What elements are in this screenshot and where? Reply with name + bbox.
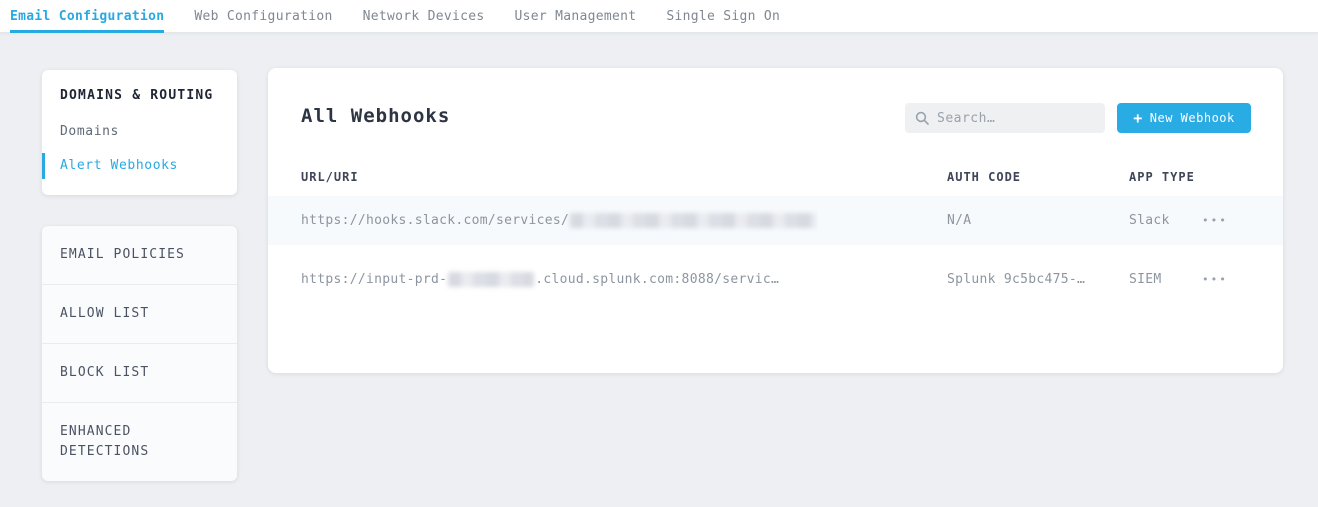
- sidebar-item-domains[interactable]: Domains: [42, 123, 237, 141]
- sidebar-item-block-list[interactable]: BLOCK LIST: [42, 343, 237, 402]
- tab-single-sign-on[interactable]: Single Sign On: [666, 0, 780, 32]
- sidebar-policies-card: EMAIL POLICIES ALLOW LIST BLOCK LIST ENH…: [42, 226, 237, 481]
- column-header-auth-code: AUTH CODE: [947, 170, 1021, 184]
- auth-code-cell: N/A: [947, 196, 971, 245]
- search-input[interactable]: [937, 111, 1095, 126]
- new-webhook-button-label: New Webhook: [1150, 111, 1235, 125]
- table-header-row: URL/URI AUTH CODE APP TYPE: [268, 170, 1283, 196]
- page-title: All Webhooks: [301, 105, 450, 127]
- tab-network-devices[interactable]: Network Devices: [363, 0, 485, 32]
- webhook-url-cell: https://hooks.slack.com/services/: [301, 196, 818, 245]
- table-row[interactable]: https://hooks.slack.com/services/ N/A Sl…: [268, 196, 1283, 245]
- redacted-url-segment: [570, 213, 817, 228]
- webhook-url-suffix: .cloud.splunk.com:8088/servic…: [535, 272, 779, 287]
- webhook-url-text: https://input-prd-: [301, 272, 447, 287]
- sidebar-domains-routing-card: DOMAINS & ROUTING Domains Alert Webhooks: [42, 70, 237, 195]
- redacted-url-segment: [448, 272, 534, 287]
- column-header-url-uri: URL/URI: [301, 170, 359, 184]
- app-type-cell: Slack: [1129, 196, 1170, 245]
- webhooks-panel: All Webhooks + New Webhook URL/URI AUTH …: [268, 68, 1283, 373]
- row-menu-ellipsis-icon[interactable]: •••: [1200, 210, 1230, 231]
- tab-web-configuration[interactable]: Web Configuration: [194, 0, 332, 32]
- new-webhook-button[interactable]: + New Webhook: [1117, 103, 1251, 133]
- tab-user-management[interactable]: User Management: [514, 0, 636, 32]
- webhook-url-cell: https://input-prd- .cloud.splunk.com:808…: [301, 253, 779, 305]
- column-header-app-type: APP TYPE: [1129, 170, 1195, 184]
- sidebar-item-email-policies[interactable]: EMAIL POLICIES: [42, 226, 237, 284]
- search-icon: [915, 111, 929, 125]
- sidebar-item-enhanced-detections[interactable]: ENHANCED DETECTIONS: [42, 402, 237, 481]
- top-tab-bar: Email Configuration Web Configuration Ne…: [0, 0, 1318, 33]
- search-box[interactable]: [905, 103, 1105, 133]
- row-menu-ellipsis-icon[interactable]: •••: [1200, 269, 1230, 290]
- auth-code-cell: Splunk 9c5bc475-…: [947, 253, 1085, 305]
- sidebar-group-heading: DOMAINS & ROUTING: [42, 88, 237, 103]
- webhook-url-text: https://hooks.slack.com/services/: [301, 213, 569, 228]
- table-row[interactable]: https://input-prd- .cloud.splunk.com:808…: [268, 253, 1283, 305]
- plus-icon: +: [1133, 111, 1143, 126]
- tab-email-configuration[interactable]: Email Configuration: [10, 0, 164, 32]
- sidebar-item-allow-list[interactable]: ALLOW LIST: [42, 284, 237, 343]
- app-type-cell: SIEM: [1129, 253, 1162, 305]
- sidebar-item-alert-webhooks[interactable]: Alert Webhooks: [42, 157, 237, 175]
